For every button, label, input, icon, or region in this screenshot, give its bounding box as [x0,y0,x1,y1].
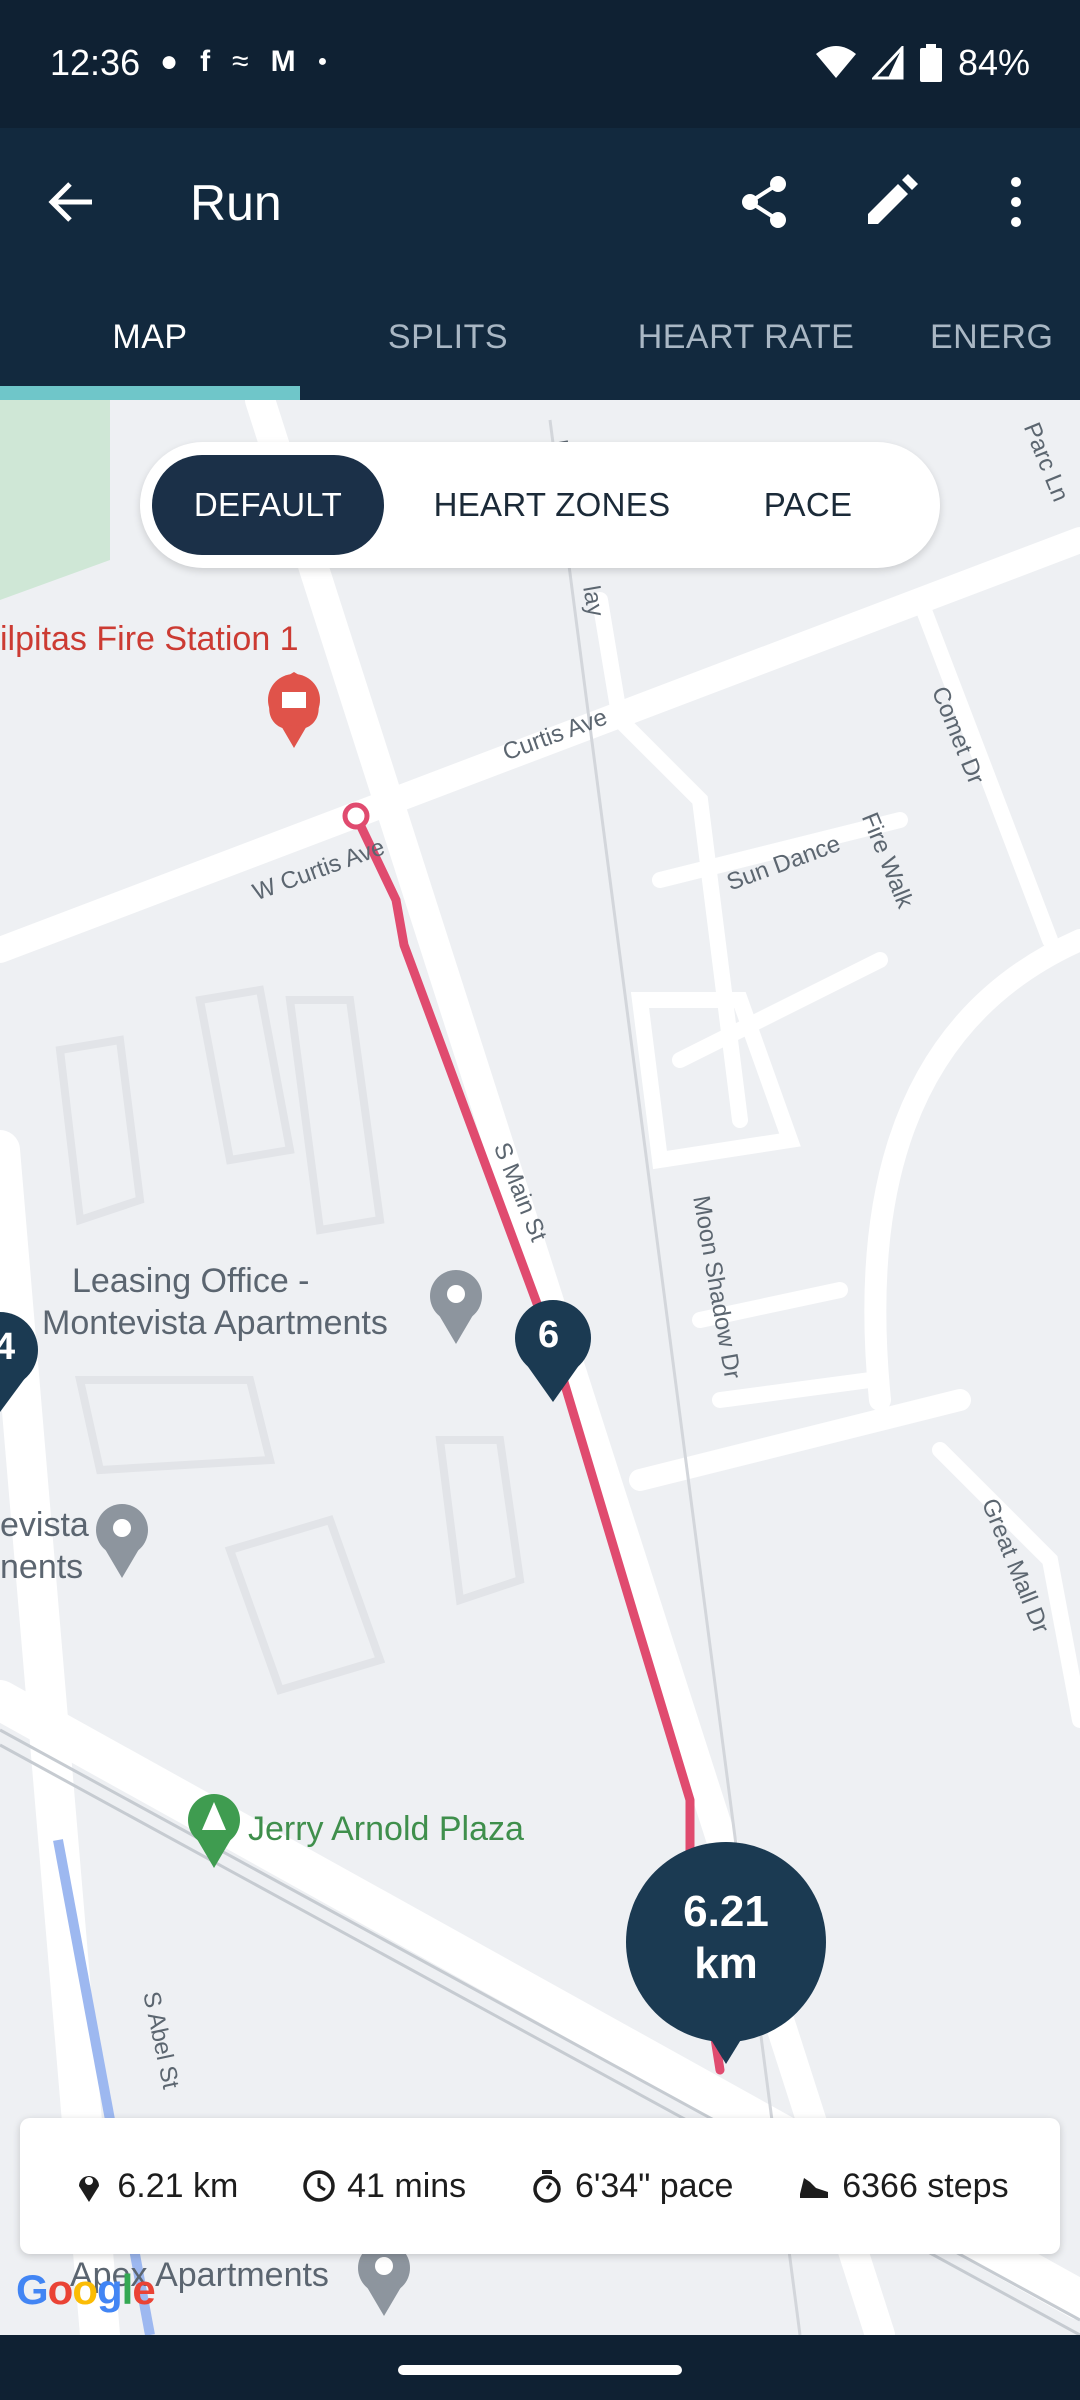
street-way: lay [577,583,610,619]
montevista-label-2[interactable]: nents [0,1548,83,1587]
plaza-label[interactable]: Jerry Arnold Plaza [248,1810,524,1849]
system-nav-bar [0,2335,1080,2400]
km-marker-4-label[interactable]: 4 [0,1326,15,1369]
notification-icons: ● f ≈ M ● [160,46,327,78]
pace-value: 6'34" pace [574,2166,734,2205]
map-mode-selector: DEFAULT HEART ZONES PACE [140,442,940,568]
duration-value: 41 mins [347,2166,467,2205]
gmail-icon: M [270,45,296,78]
facebook-icon: f [200,45,211,78]
share-button[interactable] [732,170,796,234]
tab-splits[interactable]: SPLITS [298,318,598,357]
tab-energy[interactable]: ENERG [930,318,1080,357]
fitbit-icon: ≈ [232,45,249,78]
steps-value: 6366 steps [842,2166,1009,2205]
more-options-button[interactable] [984,170,1048,234]
mode-heart-zones[interactable]: HEART ZONES [402,455,702,555]
fire-station-pin [268,672,320,748]
fire-station-label[interactable]: ilpitas Fire Station 1 [0,620,299,659]
back-arrow-icon [48,182,92,222]
stat-pace: 6'34" pace [529,2167,733,2206]
km-marker-6-label[interactable]: 6 [538,1314,559,1357]
battery-level: 84% [957,42,1030,83]
tab-map[interactable]: MAP [0,318,300,357]
stopwatch-icon [533,2170,561,2203]
page-title: Run [190,175,282,231]
distance-value: 6.21 km [117,2166,239,2205]
clock-icon [303,2170,335,2202]
distance-end-marker[interactable]: 6.21 km [626,1842,826,2064]
end-marker-value: 6.21 [683,1887,769,1936]
stat-steps: 6366 steps [796,2166,1009,2206]
leasing-office-label-1[interactable]: Leasing Office - [72,1262,310,1301]
mode-default[interactable]: DEFAULT [152,455,384,555]
leasing-office-pin [430,1270,482,1344]
wifi-icon [815,46,856,78]
active-tab-indicator [0,386,300,400]
montevista-pin [96,1504,148,1578]
mode-pace[interactable]: PACE [718,455,898,555]
stat-duration: 41 mins [301,2167,466,2206]
dot-icon: ● [317,53,328,70]
location-pin-icon [79,2176,100,2202]
back-button[interactable] [40,170,104,234]
battery-icon [919,44,942,82]
montevista-label-1[interactable]: evista [0,1506,89,1545]
map-view[interactable]: 6 4 ilpitas Fire Station 1 Leasing Offic… [0,400,1080,2335]
tab-heart-rate[interactable]: HEART RATE [596,318,896,357]
pencil-icon [868,174,918,224]
workout-stats-card: 6.21 km 41 mins 6'34" pace 6366 steps [20,2118,1060,2254]
leasing-office-label-2[interactable]: Montevista Apartments [42,1304,388,1343]
home-gesture-handle[interactable] [398,2365,682,2375]
edit-button[interactable] [858,170,922,234]
stat-distance: 6.21 km [71,2167,238,2206]
share-icon [742,176,786,228]
shoe-icon [800,2178,829,2198]
more-vert-icon [1011,177,1021,227]
end-marker-unit: km [694,1939,758,1988]
park-area [0,400,110,600]
status-bar: 12:36 ● f ≈ M ● 84% [0,0,1080,128]
signal-icon [871,46,904,80]
status-time: 12:36 [50,42,141,83]
app-bar: Run [0,128,1080,274]
route-start-marker [342,802,370,830]
chat-bubble-icon: ● [160,45,179,78]
google-logo: Google [16,2266,156,2313]
system-status: 84% [815,42,1030,84]
tab-bar: MAP SPLITS HEART RATE ENERG [0,274,1080,400]
